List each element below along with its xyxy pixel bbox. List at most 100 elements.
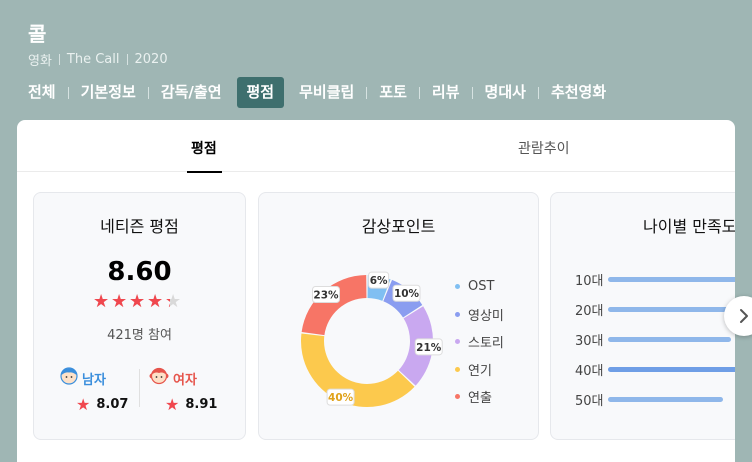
netizen-rating-title: 네티즌 평점: [100, 217, 179, 236]
age-label: 30대: [575, 333, 604, 349]
legend-dot: [455, 311, 460, 317]
chevron-right-icon: [740, 309, 748, 323]
age-bar-track: [608, 396, 735, 402]
star-icon: ★: [76, 395, 91, 414]
age-bar: [608, 396, 723, 402]
age-satisfaction-panel: 나이별 만족도 10대 20대 30대 40대 50대: [550, 192, 735, 440]
tab-famous-lines[interactable]: 명대사: [475, 77, 536, 108]
tab-review[interactable]: 리뷰: [422, 77, 470, 108]
age-bars: 10대 20대 30대 40대 50대: [575, 264, 735, 414]
legend-item: 연출: [455, 383, 504, 411]
female-label: 여자: [173, 372, 197, 388]
star-icon: ★★: [111, 291, 128, 312]
age-row: 20대: [575, 294, 735, 324]
donut-label-text: 21%: [416, 342, 442, 354]
subtab-rating[interactable]: 평점: [187, 138, 222, 173]
male-label: 남자: [82, 372, 106, 388]
main-nav: 전체 기본정보 감독/출연 평점 무비클립 포토 리뷰 명대사 추천영화: [18, 77, 616, 108]
gender-divider: [139, 369, 140, 407]
rating-card: 평점 관람추이 네티즌 평점 8.60 ★★★★★★★★★★ 421명 참여 남…: [17, 120, 735, 462]
legend-label: 영상미: [468, 308, 504, 324]
legend-item: 스토리: [455, 328, 504, 356]
age-label: 50대: [575, 393, 604, 409]
legend-item: 연기: [455, 356, 504, 384]
female-rating: 여자 ★ 8.91: [149, 367, 239, 414]
nav-divider: [537, 86, 539, 99]
meta-year: 2020: [134, 52, 168, 67]
netizen-rating-panel: 네티즌 평점 8.60 ★★★★★★★★★★ 421명 참여 남자 ★ 8.07: [33, 192, 246, 440]
legend-label: 스토리: [468, 336, 504, 352]
meta-divider: [126, 54, 128, 65]
star-icon: ★★: [129, 291, 146, 312]
donut-label: 21%: [414, 338, 443, 356]
legend-item: 영상미: [455, 301, 504, 329]
nav-divider: [418, 86, 420, 99]
age-bar: [608, 366, 735, 372]
age-row: 10대: [575, 264, 735, 294]
tab-all[interactable]: 전체: [18, 77, 66, 108]
age-bar: [608, 336, 732, 342]
age-bar: [608, 306, 735, 312]
legend-dot: [455, 284, 460, 290]
nav-divider: [366, 86, 368, 99]
donut-label-text: 40%: [328, 392, 354, 404]
male-rating: 남자 ★ 8.07: [60, 367, 150, 414]
legend-label: 연출: [468, 391, 492, 407]
donut-slice-연기: [301, 333, 415, 407]
age-label: 20대: [575, 303, 604, 319]
age-label: 10대: [575, 273, 604, 289]
meta-divider: [58, 54, 60, 65]
tab-director-cast[interactable]: 감독/출연: [151, 77, 232, 108]
age-row: 30대: [575, 324, 735, 354]
legend-label: OST: [468, 279, 495, 295]
age-satisfaction-title: 나이별 만족도: [643, 217, 735, 236]
male-score: 8.07: [96, 397, 129, 412]
age-bar-track: [608, 306, 735, 312]
donut-label-text: 10%: [394, 288, 420, 300]
donut-label: 10%: [392, 284, 421, 302]
donut-label: 23%: [311, 285, 340, 303]
meta-english-title: The Call: [66, 52, 120, 67]
star-icon: ★★: [165, 291, 182, 312]
nav-divider: [471, 86, 473, 99]
female-score: 8.91: [185, 397, 218, 412]
legend-dot: [455, 366, 460, 372]
age-row: 50대: [575, 384, 735, 414]
star-icon: ★★: [93, 291, 110, 312]
tab-movie-clip[interactable]: 무비클립: [289, 77, 364, 108]
tab-basic-info[interactable]: 기본정보: [71, 77, 146, 108]
male-avatar-icon: [60, 367, 78, 389]
star-rating: ★★★★★★★★★★: [93, 293, 183, 311]
age-bar-track: [608, 366, 735, 372]
donut-slice-연출: [301, 275, 367, 336]
tab-rating[interactable]: 평점: [236, 77, 285, 108]
subtab-audience-trend[interactable]: 관람추이: [518, 138, 570, 158]
points-donut-chart: 6% 10% 21% 40% 23%: [301, 271, 443, 407]
tab-photo[interactable]: 포토: [369, 77, 417, 108]
appreciation-points-panel: 감상포인트 6% 10% 21% 40% 23% OST 영상미스토리연기연출: [258, 192, 539, 440]
age-row: 40대: [575, 354, 735, 384]
legend-item: OST: [455, 273, 504, 301]
age-bar: [608, 276, 735, 282]
donut-label: 6%: [368, 271, 390, 289]
netizen-score: 8.60: [107, 257, 172, 287]
tab-recommended[interactable]: 추천영화: [541, 77, 616, 108]
legend-label: 연기: [468, 363, 492, 379]
points-legend: OST 영상미스토리연기연출: [455, 273, 504, 411]
age-bar-track: [608, 336, 735, 342]
star-icon: ★★: [147, 291, 164, 312]
legend-dot: [455, 394, 460, 400]
age-bar-track: [608, 276, 735, 282]
donut-label-text: 23%: [313, 289, 339, 301]
movie-title: 콜: [28, 22, 47, 46]
female-avatar-icon: [149, 367, 169, 389]
star-icon: ★: [165, 395, 180, 414]
nav-divider: [67, 86, 69, 99]
donut-label-text: 6%: [370, 275, 388, 287]
meta-genre: 영화: [28, 54, 52, 69]
movie-meta: 영화 The Call 2020: [28, 50, 168, 69]
legend-dot: [455, 339, 460, 345]
appreciation-points-title: 감상포인트: [361, 217, 436, 236]
age-label: 40대: [575, 363, 604, 379]
nav-divider: [147, 86, 149, 99]
